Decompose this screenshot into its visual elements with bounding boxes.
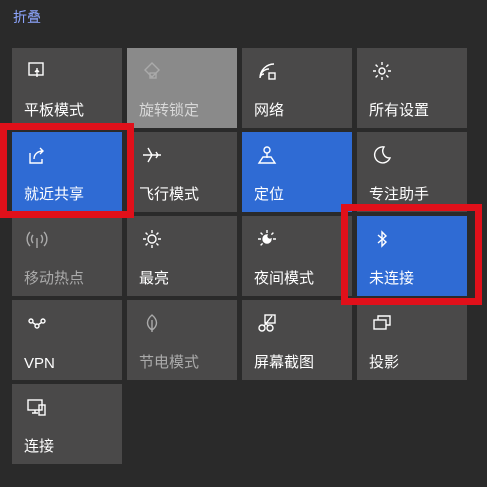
tile-label: 屏幕截图 xyxy=(254,354,315,371)
tile-tablet-mode[interactable]: 平板模式 xyxy=(12,48,122,128)
network-icon xyxy=(256,60,278,82)
brightness-icon xyxy=(141,228,163,250)
tile-location[interactable]: 定位 xyxy=(242,132,352,212)
tile-label: 未连接 xyxy=(369,270,415,287)
tile-label: 连接 xyxy=(24,438,55,455)
tile-vpn[interactable]: VPN xyxy=(12,300,122,380)
nearby-share-icon xyxy=(26,144,48,166)
hotspot-icon xyxy=(26,228,48,250)
bluetooth-icon xyxy=(371,228,393,250)
tile-night-light[interactable]: 夜间模式 xyxy=(242,216,352,296)
tile-network[interactable]: 网络 xyxy=(242,48,352,128)
tile-label: 就近共享 xyxy=(24,186,85,203)
tile-airplane-mode[interactable]: 飞行模式 xyxy=(127,132,237,212)
tile-label: 飞行模式 xyxy=(139,186,200,203)
tile-label: 夜间模式 xyxy=(254,270,315,287)
connect-icon xyxy=(26,396,48,418)
moon-icon xyxy=(371,144,393,166)
tile-connect[interactable]: 连接 xyxy=(12,384,122,464)
tile-label: 平板模式 xyxy=(24,102,85,119)
tile-focus-assist[interactable]: 专注助手 xyxy=(357,132,467,212)
project-icon xyxy=(371,312,393,334)
night-light-icon xyxy=(256,228,278,250)
tile-project[interactable]: 投影 xyxy=(357,300,467,380)
tile-label: 所有设置 xyxy=(369,102,430,119)
tile-label: 移动热点 xyxy=(24,270,85,287)
tile-label: 专注助手 xyxy=(369,186,430,203)
tile-label: 网络 xyxy=(254,102,285,119)
quick-actions-grid: 平板模式 旋转锁定 网络 所有设置 就近共享 飞行模式 定位 专注助手 移动热点… xyxy=(0,0,487,487)
tablet-mode-icon xyxy=(26,60,48,82)
settings-gear-icon xyxy=(371,60,393,82)
tile-label: VPN xyxy=(24,355,55,372)
tile-label: 旋转锁定 xyxy=(139,102,200,119)
tile-all-settings[interactable]: 所有设置 xyxy=(357,48,467,128)
location-icon xyxy=(256,144,278,166)
battery-saver-icon xyxy=(141,312,163,334)
tile-label: 节电模式 xyxy=(139,354,200,371)
tile-rotation-lock[interactable]: 旋转锁定 xyxy=(127,48,237,128)
tile-label: 定位 xyxy=(254,186,285,203)
tile-battery-saver[interactable]: 节电模式 xyxy=(127,300,237,380)
rotation-lock-icon xyxy=(141,60,163,82)
tile-label: 最亮 xyxy=(139,270,170,287)
screen-snip-icon xyxy=(256,312,278,334)
tile-label: 投影 xyxy=(369,354,400,371)
vpn-icon xyxy=(26,312,48,334)
tile-mobile-hotspot[interactable]: 移动热点 xyxy=(12,216,122,296)
tile-screen-snip[interactable]: 屏幕截图 xyxy=(242,300,352,380)
airplane-icon xyxy=(141,144,163,166)
tile-brightness[interactable]: 最亮 xyxy=(127,216,237,296)
tile-bluetooth[interactable]: 未连接 xyxy=(357,216,467,296)
tile-nearby-sharing[interactable]: 就近共享 xyxy=(12,132,122,212)
